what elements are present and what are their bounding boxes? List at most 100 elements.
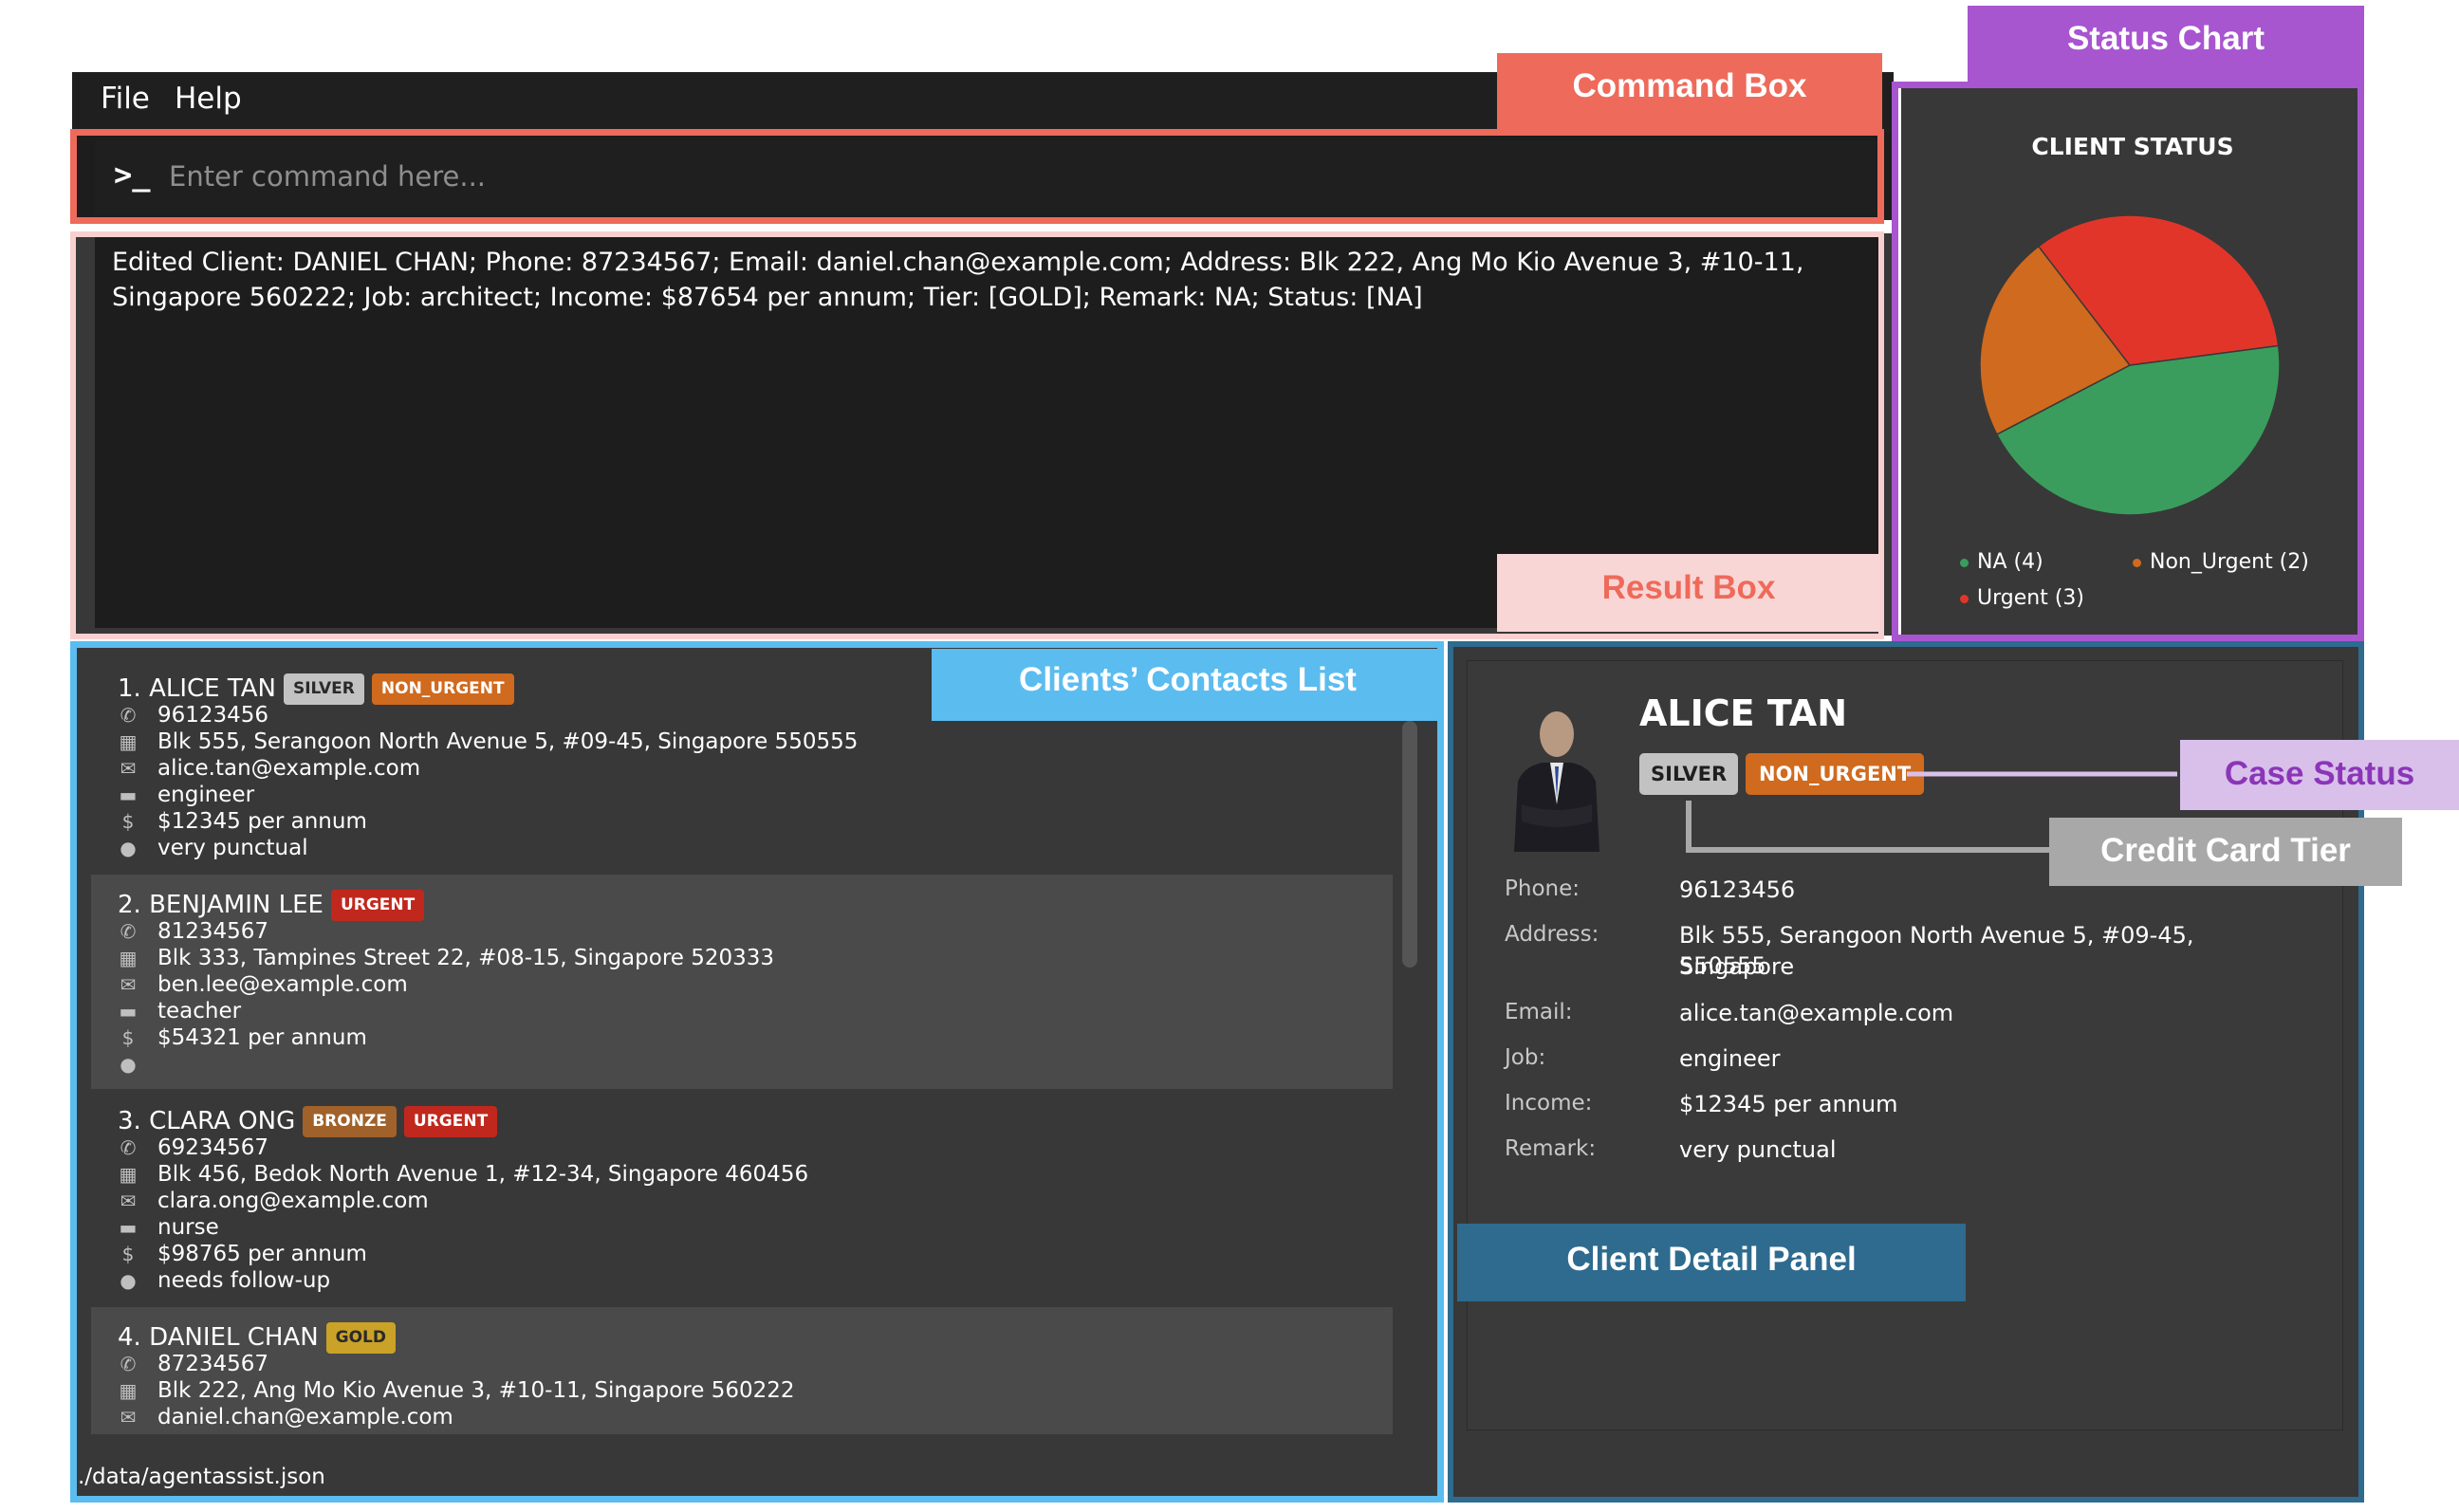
- client-income: $ $54321 per annum: [118, 1024, 367, 1051]
- client-name: 3. CLARA ONG: [118, 1107, 296, 1135]
- phone-icon: ✆: [120, 920, 137, 943]
- job-text: engineer: [157, 783, 255, 807]
- building-icon: ▦: [119, 1163, 138, 1186]
- envelope-icon: ✉: [120, 1189, 137, 1212]
- client-email: ✉ clara.ong@example.com: [118, 1188, 429, 1214]
- dollar-icon: $: [121, 810, 135, 833]
- email-text: alice.tan@example.com: [157, 756, 421, 781]
- client-phone: ✆ 96123456: [118, 702, 268, 728]
- client-name-row: 4. DANIEL CHAN GOLD: [118, 1322, 397, 1354]
- address-text: Blk 555, Serangoon North Avenue 5, #09-4…: [157, 729, 859, 754]
- client-name-row: 2. BENJAMIN LEE URGENT: [118, 890, 425, 921]
- envelope-icon: ✉: [120, 757, 137, 780]
- building-icon: ▦: [119, 947, 138, 969]
- status-badge: NON_URGENT: [371, 673, 514, 705]
- speech-bubble-icon: ●: [120, 1053, 137, 1076]
- menu-help[interactable]: Help: [175, 72, 242, 133]
- client-income: $ $12345 per annum: [118, 808, 367, 835]
- detail-email-value: alice.tan@example.com: [1679, 1000, 1954, 1026]
- speech-bubble-icon: ●: [120, 1269, 137, 1292]
- detail-income-label: Income:: [1505, 1091, 1593, 1116]
- chart-title: CLIENT STATUS: [2031, 133, 2234, 160]
- client-avatar: [1514, 711, 1599, 852]
- client-remark: ● very punctual: [118, 835, 307, 861]
- client-name: 2. BENJAMIN LEE: [118, 891, 324, 919]
- briefcase-icon: ▬: [119, 1000, 138, 1023]
- building-icon: ▦: [119, 730, 138, 753]
- phone-icon: ✆: [120, 1353, 137, 1375]
- status-badge: URGENT: [330, 890, 425, 921]
- detail-client-name: ALICE TAN: [1639, 692, 1848, 734]
- legend-item-urgent: Urgent (3): [1960, 584, 2084, 613]
- credit-card-tier-tag: Credit Card Tier: [2049, 818, 2402, 886]
- phone-text: 87234567: [157, 1352, 269, 1376]
- client-email: ✉ alice.tan@example.com: [118, 755, 421, 782]
- tier-badge: SILVER: [283, 673, 364, 705]
- client-name-row: 1. ALICE TAN SILVER NON_URGENT: [118, 673, 514, 705]
- client-email: ✉ daniel.chan@example.com: [118, 1404, 453, 1430]
- tier-badge: BRONZE: [303, 1106, 397, 1137]
- detail-income-value: $12345 per annum: [1679, 1091, 1898, 1117]
- legend-item-na: NA (4): [1960, 548, 2043, 577]
- income-text: $12345 per annum: [157, 809, 367, 834]
- detail-panel-tag: Client Detail Panel: [1457, 1224, 1966, 1301]
- briefcase-icon: ▬: [119, 784, 138, 806]
- status-badge: URGENT: [403, 1106, 498, 1137]
- client-phone: ✆ 81234567: [118, 918, 268, 945]
- menu-file[interactable]: File: [101, 72, 150, 133]
- client-address: ▦ Blk 456, Bedok North Avenue 1, #12-34, …: [118, 1161, 809, 1188]
- client-phone: ✆ 87234567: [118, 1351, 268, 1377]
- result-box-tag: Result Box: [1497, 554, 1880, 632]
- detail-email-label: Email:: [1505, 1000, 1573, 1024]
- client-card-4[interactable]: 4. DANIEL CHAN GOLD ✆ 87234567 ▦ Blk 222, A…: [91, 1307, 1393, 1434]
- speech-bubble-icon: ●: [120, 837, 137, 859]
- dollar-icon: $: [121, 1026, 135, 1049]
- phone-text: 96123456: [157, 703, 269, 728]
- client-name: 1. ALICE TAN: [118, 674, 276, 703]
- address-text: Blk 222, Ang Mo Kio Avenue 3, #10-11, Si…: [157, 1378, 795, 1403]
- detail-job-value: engineer: [1679, 1045, 1781, 1072]
- building-icon: ▦: [119, 1379, 138, 1402]
- client-name-row: 3. CLARA ONG BRONZE URGENT: [118, 1106, 498, 1137]
- job-text: teacher: [157, 999, 242, 1023]
- phone-icon: ✆: [120, 1136, 137, 1159]
- email-text: clara.ong@example.com: [157, 1189, 429, 1213]
- client-card-3[interactable]: 3. CLARA ONG BRONZE URGENT ✆ 69234567 ▦ Blk …: [91, 1091, 1393, 1305]
- contacts-list-tag: Clients’ Contacts List: [932, 649, 1444, 721]
- client-income: $ $98765 per annum: [118, 1241, 367, 1267]
- envelope-icon: ✉: [120, 973, 137, 996]
- income-text: $54321 per annum: [157, 1025, 367, 1050]
- client-phone: ✆ 69234567: [118, 1134, 268, 1161]
- detail-remark-value: very punctual: [1679, 1136, 1837, 1163]
- legend-label-na: NA (4): [1977, 550, 2043, 574]
- income-text: $98765 per annum: [157, 1242, 367, 1266]
- legend-dot-non-urgent: [2133, 558, 2141, 567]
- command-input[interactable]: [167, 150, 1837, 203]
- list-scrollbar[interactable]: [1402, 721, 1417, 968]
- email-text: daniel.chan@example.com: [157, 1405, 453, 1429]
- legend-item-non-urgent: Non_Urgent (2): [2133, 548, 2309, 577]
- client-remark: ● needs follow-up: [118, 1267, 330, 1294]
- client-job: ▬ nurse: [118, 1214, 219, 1241]
- client-card-2[interactable]: 2. BENJAMIN LEE URGENT ✆ 81234567 ▦ Blk 333…: [91, 875, 1393, 1089]
- legend-dot-urgent: [1960, 594, 1969, 603]
- client-remark: ●: [118, 1051, 157, 1078]
- job-text: nurse: [157, 1215, 219, 1240]
- client-address: ▦ Blk 333, Tampines Street 22, #08-15, Si…: [118, 945, 774, 971]
- status-chart-tag: Status Chart: [1968, 6, 2364, 82]
- client-address: ▦ Blk 555, Serangoon North Avenue 5, #09-…: [118, 728, 859, 755]
- detail-remark-label: Remark:: [1505, 1136, 1597, 1161]
- command-box-tag: Command Box: [1497, 53, 1882, 133]
- detail-job-label: Job:: [1505, 1045, 1546, 1070]
- dollar-icon: $: [121, 1243, 135, 1265]
- legend-label-non-urgent: Non_Urgent (2): [2150, 550, 2309, 574]
- briefcase-icon: ▬: [119, 1216, 138, 1239]
- case-status-tag: Case Status: [2180, 740, 2459, 810]
- tier-badge: GOLD: [325, 1322, 397, 1354]
- detail-phone-label: Phone:: [1505, 876, 1580, 901]
- envelope-icon: ✉: [120, 1406, 137, 1429]
- phone-text: 69234567: [157, 1135, 269, 1160]
- remark-text: needs follow-up: [157, 1268, 331, 1293]
- detail-address-line2: 550555: [1679, 952, 1766, 979]
- email-text: ben.lee@example.com: [157, 972, 408, 997]
